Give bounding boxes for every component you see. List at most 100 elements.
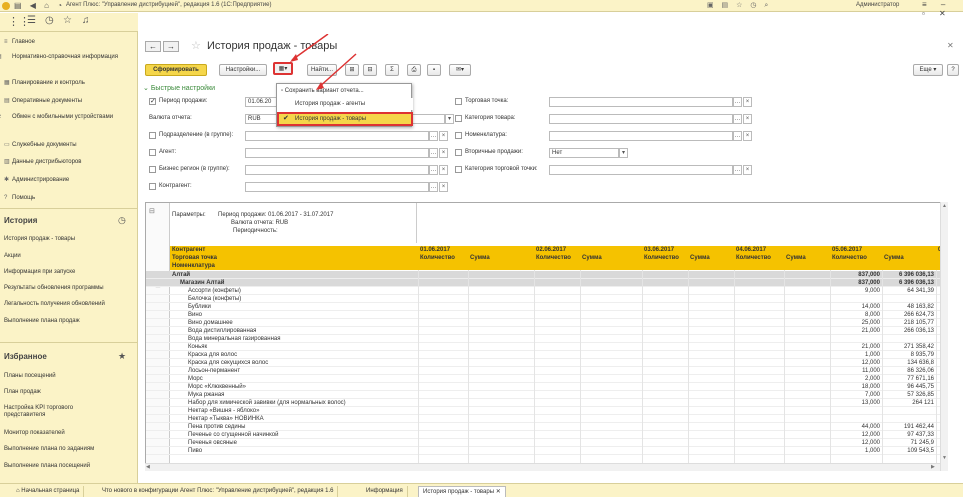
favorite-link[interactable]: Настройка KPI торгового представителя [4, 405, 114, 419]
forward-button[interactable]: → [163, 41, 179, 52]
table-row[interactable]: Пена против седины 44,000 191 462,44 [146, 423, 947, 431]
sum-icon[interactable]: Σ [385, 64, 399, 76]
region-field[interactable] [245, 165, 429, 175]
table-row[interactable]: Вода дистиллированная 21,000 266 036,13 [146, 327, 947, 335]
quick-settings-toggle[interactable]: ⌄ Быстрые настройки [143, 84, 215, 92]
region-select[interactable]: … [429, 165, 438, 175]
favorite-link[interactable]: Выполнение плана посещений [4, 463, 124, 470]
more-button[interactable]: Еще ▾ [913, 64, 943, 76]
sidebar-item-help[interactable]: ? Помощь [4, 195, 134, 202]
favorite-link[interactable]: Планы посещений [4, 373, 124, 380]
close-tab-icon[interactable]: ✕ [496, 489, 501, 495]
table-row[interactable]: Ассорти (конфеты) 9,000 64 341,39 [146, 287, 947, 295]
sidebar-item-nsi[interactable]: ▤Нормативно-справочная информация [0, 54, 134, 61]
vertical-scrollbar[interactable]: ▲ ▼ [940, 202, 948, 471]
sidebar-item-exchange[interactable]: ⇄Обмен с мобильными устройствами [0, 114, 134, 121]
table-row[interactable]: Бублики 14,000 48 163,82 [146, 303, 947, 311]
outlet-category-field[interactable] [549, 165, 733, 175]
division-field[interactable] [245, 131, 429, 141]
history-link[interactable]: Информация при запуске [4, 269, 124, 276]
tab-info[interactable]: Информация [362, 486, 408, 497]
history-link[interactable]: Легальность получения обновлений [4, 301, 124, 308]
agent-checkbox[interactable] [149, 149, 156, 156]
user-name[interactable]: Администратор [856, 2, 899, 8]
table-row[interactable]: Магазин Алтай 837,000 6 396 036,13 [146, 279, 947, 287]
division-checkbox[interactable] [149, 132, 156, 139]
favorite-star-icon[interactable]: ☆ [191, 39, 201, 52]
sidebar-item-admin[interactable]: ✱ Администрирование [4, 177, 134, 184]
sidebar-item-planning[interactable]: ▦ Планирование и контроль [4, 80, 134, 87]
outlet-category-checkbox[interactable] [455, 166, 462, 173]
outlet-clear[interactable]: × [743, 97, 752, 107]
sidebar-item-service-docs[interactable]: ▭ Служебные документы [4, 142, 134, 149]
table-row[interactable]: Пиво 1,000 109 543,5 [146, 447, 947, 455]
agent-clear[interactable]: × [439, 148, 448, 158]
scroll-left-icon[interactable]: ◀ [146, 464, 150, 470]
table-row[interactable]: Печенье со сгущенной начинкой 12,000 97 43… [146, 431, 947, 439]
counterparty-field[interactable] [245, 182, 429, 192]
clock-icon[interactable]: ◷ [45, 15, 54, 26]
table-row[interactable]: Краска для волос 1,000 8 935,79 [146, 351, 947, 359]
outlet-select[interactable]: … [733, 97, 742, 107]
history-clock-icon[interactable]: ◷ [118, 215, 126, 226]
history-link[interactable]: Выполнение плана продаж [4, 318, 124, 325]
nomenclature-field[interactable] [549, 131, 733, 141]
title-toolbar-icons[interactable]: ▤ ◀ ⌂ ◔ [14, 1, 65, 10]
table-row[interactable]: Белочка (конфеты) [146, 295, 947, 303]
table-row[interactable]: Краска для секущихся волос 12,000 134 636,… [146, 359, 947, 367]
tab-home[interactable]: ⌂ Начальная страница [12, 486, 85, 497]
category-clear[interactable]: × [743, 114, 752, 124]
table-row[interactable]: Нектар «Тыква» НОВИНКА [146, 415, 947, 423]
category-select[interactable]: … [733, 114, 742, 124]
table-row[interactable]: Коньяк 21,000 271 358,42 [146, 343, 947, 351]
back-button[interactable]: ← [145, 41, 161, 52]
close-form-icon[interactable]: ✕ [947, 41, 954, 50]
help-button[interactable]: ? [947, 64, 959, 76]
nomenclature-checkbox[interactable] [455, 132, 462, 139]
table-row[interactable]: Нектар «Вишня - яблоко» [146, 407, 947, 415]
history-link[interactable]: Акции [4, 253, 124, 260]
report-spreadsheet[interactable]: ⊟ ⊟ ⊟ Параметры: Период продажи: 01.06.2… [145, 202, 948, 471]
division-clear[interactable]: × [439, 131, 448, 141]
secondary-field[interactable]: Нет [549, 148, 619, 158]
currency-dropdown[interactable]: ▾ [445, 114, 454, 124]
favorite-link[interactable]: План продаж [4, 389, 124, 396]
period-field[interactable]: 01.06.20 [245, 97, 279, 107]
secondary-checkbox[interactable] [455, 149, 462, 156]
tab-whats-new[interactable]: Что нового в конфигурации Агент Плюс: "У… [98, 486, 339, 497]
region-clear[interactable]: × [439, 165, 448, 175]
save-icon[interactable]: ▪ [427, 64, 441, 76]
region-checkbox[interactable] [149, 166, 156, 173]
counterparty-checkbox[interactable] [149, 183, 156, 190]
scroll-right-icon[interactable]: ▶ [931, 464, 935, 470]
outlet-category-clear[interactable]: × [743, 165, 752, 175]
title-right-icons[interactable]: ▣ ▤ ☆ ◷ ⌕ [707, 1, 771, 10]
collapse-icon[interactable]: ⊟ [363, 64, 377, 76]
table-row[interactable]: Вода минеральная газированная [146, 335, 947, 343]
variant-goods-item[interactable]: ✔ История продаж - товары [277, 112, 413, 126]
agent-field[interactable] [245, 148, 429, 158]
table-row[interactable]: Вино домашнее 25,000 218 105,77 [146, 319, 947, 327]
counterparty-select[interactable]: … [429, 182, 438, 192]
tab-sales-history[interactable]: История продаж - товары ✕ [418, 486, 506, 497]
scroll-up-icon[interactable]: ▲ [942, 203, 947, 209]
star-icon[interactable]: ☆ [63, 15, 72, 26]
variant-agents-item[interactable]: История продаж - агенты [277, 98, 413, 110]
window-controls[interactable]: ≡ – ▫ ✕ [922, 0, 963, 18]
outlet-category-select[interactable]: … [733, 165, 742, 175]
outlet-field[interactable] [549, 97, 733, 107]
table-row[interactable]: Набор для химической завивки (для нормал… [146, 399, 947, 407]
history-link[interactable]: Результаты обновления программы [4, 285, 124, 292]
favorites-star-icon[interactable]: ★ [118, 351, 126, 362]
table-row[interactable]: Печенья овсяные 12,000 71 245,9 [146, 439, 947, 447]
print-icon[interactable]: ⎙ [407, 64, 421, 76]
agent-select[interactable]: … [429, 148, 438, 158]
nomenclature-select[interactable]: … [733, 131, 742, 141]
division-select[interactable]: … [429, 131, 438, 141]
sidebar-item-docs[interactable]: ▤ Оперативные документы [4, 98, 134, 105]
favorite-link[interactable]: Выполнение плана по заданиям [4, 446, 124, 453]
table-row[interactable]: Лосьон-перманент 11,000 86 326,06 [146, 367, 947, 375]
scroll-down-icon[interactable]: ▼ [942, 455, 947, 461]
sidebar-item-main[interactable]: ≡ Главное [4, 39, 134, 46]
table-row[interactable]: Алтай 837,000 6 396 036,13 [146, 271, 947, 279]
